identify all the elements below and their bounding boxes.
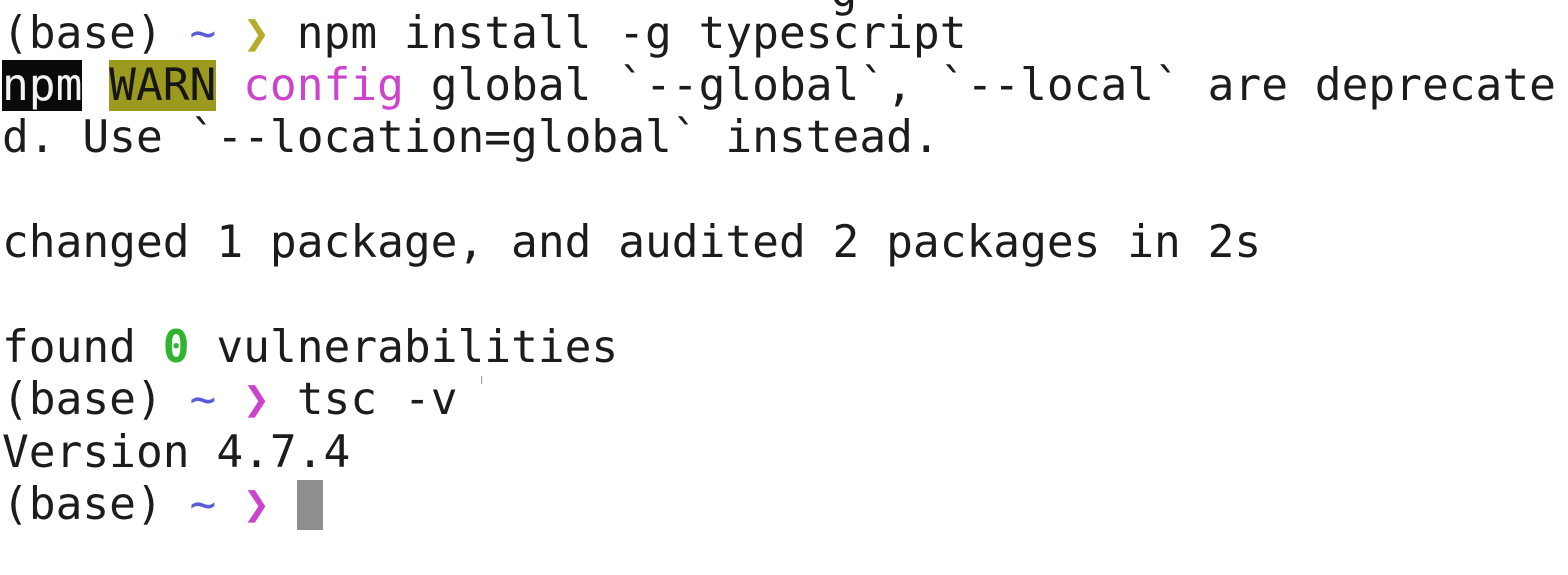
audit-prefix: found xyxy=(2,322,136,373)
warning-line-continuation: d. Use `--location=global` instead. xyxy=(2,112,940,163)
ibeam-cursor-icon: I xyxy=(480,374,484,387)
install-summary: changed 1 package, and audited 2 package… xyxy=(2,217,1262,268)
warning-message: global `--global`, `--local` are depreca… xyxy=(430,60,1556,111)
vulnerability-count: 0 xyxy=(162,322,190,373)
warn-badge: WARN xyxy=(109,60,217,111)
prompt-env: (base) xyxy=(2,8,163,59)
prompt-chevron-icon: ❯ xyxy=(243,8,270,59)
audit-suffix: vulnerabilities xyxy=(216,322,619,373)
warning-line: npm WARN config global `--global`, `--lo… xyxy=(2,60,1556,112)
prompt-tilde: ~ xyxy=(189,479,217,530)
warn-category: config xyxy=(243,60,404,111)
version-output: Version 4.7.4 xyxy=(2,427,351,478)
prompt-chevron-icon: ❯ xyxy=(243,479,270,530)
terminal-window[interactable]: g (base) ~ ❯ npm install -g typescript n… xyxy=(0,0,1568,575)
prompt-env: (base) xyxy=(2,479,163,530)
command-line-tsc: (base) ~ ❯ tsc -v xyxy=(2,374,457,426)
prompt-tilde: ~ xyxy=(189,8,217,59)
command-line-install: (base) ~ ❯ npm install -g typescript xyxy=(2,8,967,60)
text-cursor-icon[interactable] xyxy=(296,480,323,530)
active-prompt[interactable]: (base) ~ ❯ xyxy=(2,479,323,531)
npm-badge: npm xyxy=(2,60,83,111)
command-text: npm install -g typescript xyxy=(296,8,967,59)
prompt-chevron-icon: ❯ xyxy=(243,374,270,425)
audit-result: found 0 vulnerabilities xyxy=(2,322,618,374)
prompt-tilde: ~ xyxy=(189,374,217,425)
prompt-env: (base) xyxy=(2,374,163,425)
command-text: tsc -v xyxy=(296,374,458,425)
